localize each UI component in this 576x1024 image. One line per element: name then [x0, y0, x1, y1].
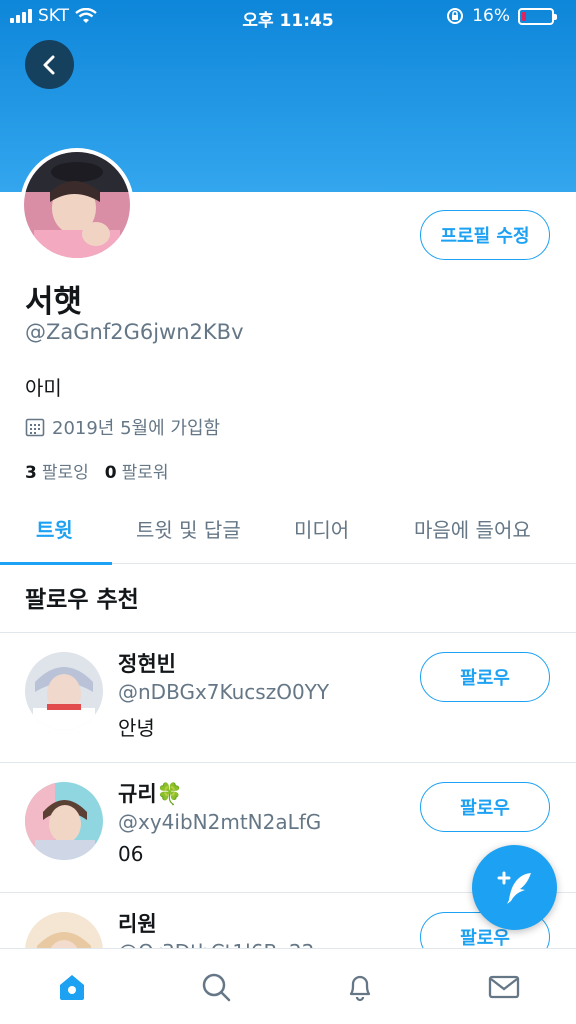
- avatar-image: [24, 152, 130, 258]
- profile-tabs: 트윗 트윗 및 답글 미디어 마음에 들어요: [0, 500, 576, 565]
- followers-label: 팔로워: [121, 463, 169, 483]
- avatar[interactable]: [25, 782, 103, 860]
- nav-messages[interactable]: [484, 967, 524, 1007]
- followers-link[interactable]: 0 팔로워: [105, 458, 169, 483]
- calendar-icon: [25, 418, 45, 437]
- tab-likes[interactable]: 마음에 들어요: [414, 514, 531, 543]
- joined-date: 2019년 5월에 가입함: [25, 414, 220, 440]
- battery-percent: 16%: [472, 6, 510, 26]
- profile-avatar[interactable]: [20, 148, 134, 262]
- chevron-left-icon: [43, 55, 54, 74]
- joined-text: 2019년 5월에 가입함: [52, 418, 221, 439]
- user-bio: 06: [118, 842, 144, 866]
- nav-home[interactable]: [52, 967, 92, 1007]
- messages-envelope-icon: [488, 975, 520, 999]
- search-icon: [202, 973, 231, 1002]
- bottom-tab-bar: [0, 948, 576, 1024]
- user-name[interactable]: 정현빈: [118, 648, 176, 678]
- tab-media[interactable]: 미디어: [294, 514, 349, 543]
- tab-tweets[interactable]: 트윗: [36, 514, 73, 543]
- list-item[interactable]: 정현빈 @nDBGx7KucszO0YY 안녕 팔로우: [0, 632, 576, 762]
- user-handle: @nDBGx7KucszO0YY: [118, 680, 330, 704]
- nav-search[interactable]: [196, 967, 236, 1007]
- orientation-lock-icon: [447, 8, 464, 24]
- notifications-bell-icon: [349, 975, 371, 1002]
- home-icon: [60, 975, 84, 1000]
- edit-profile-button[interactable]: 프로필 수정: [420, 210, 550, 260]
- battery-icon: [518, 7, 557, 25]
- profile-display-name: 서햿: [25, 284, 83, 320]
- user-name[interactable]: 규리🍀: [118, 778, 183, 808]
- follow-counts: 3 팔로잉 0 팔로워: [25, 458, 169, 483]
- back-button[interactable]: [25, 40, 74, 89]
- user-bio: 안녕: [118, 716, 155, 740]
- user-name[interactable]: 리원: [118, 908, 157, 938]
- profile-bio: 아미: [25, 376, 62, 400]
- following-link[interactable]: 3 팔로잉: [25, 458, 89, 483]
- compose-feather-icon: [497, 871, 531, 904]
- follow-button[interactable]: 팔로우: [420, 652, 550, 702]
- status-bar: SKT 오후 11:45 16%: [0, 0, 576, 34]
- following-label: 팔로잉: [41, 463, 89, 483]
- avatar[interactable]: [25, 652, 103, 730]
- following-count: 3: [25, 463, 37, 483]
- follow-button[interactable]: 팔로우: [420, 782, 550, 832]
- nav-notifications[interactable]: [340, 967, 380, 1007]
- active-tab-indicator: [0, 562, 112, 565]
- who-to-follow-title: 팔로우 추천: [25, 587, 139, 613]
- profile-handle: @ZaGnf2G6jwn2KBv: [25, 320, 244, 344]
- tab-tweets-and-replies[interactable]: 트윗 및 답글: [136, 514, 241, 543]
- compose-tweet-button[interactable]: [472, 845, 557, 930]
- followers-count: 0: [104, 463, 117, 483]
- user-handle: @xy4ibN2mtN2aLfG: [118, 810, 322, 834]
